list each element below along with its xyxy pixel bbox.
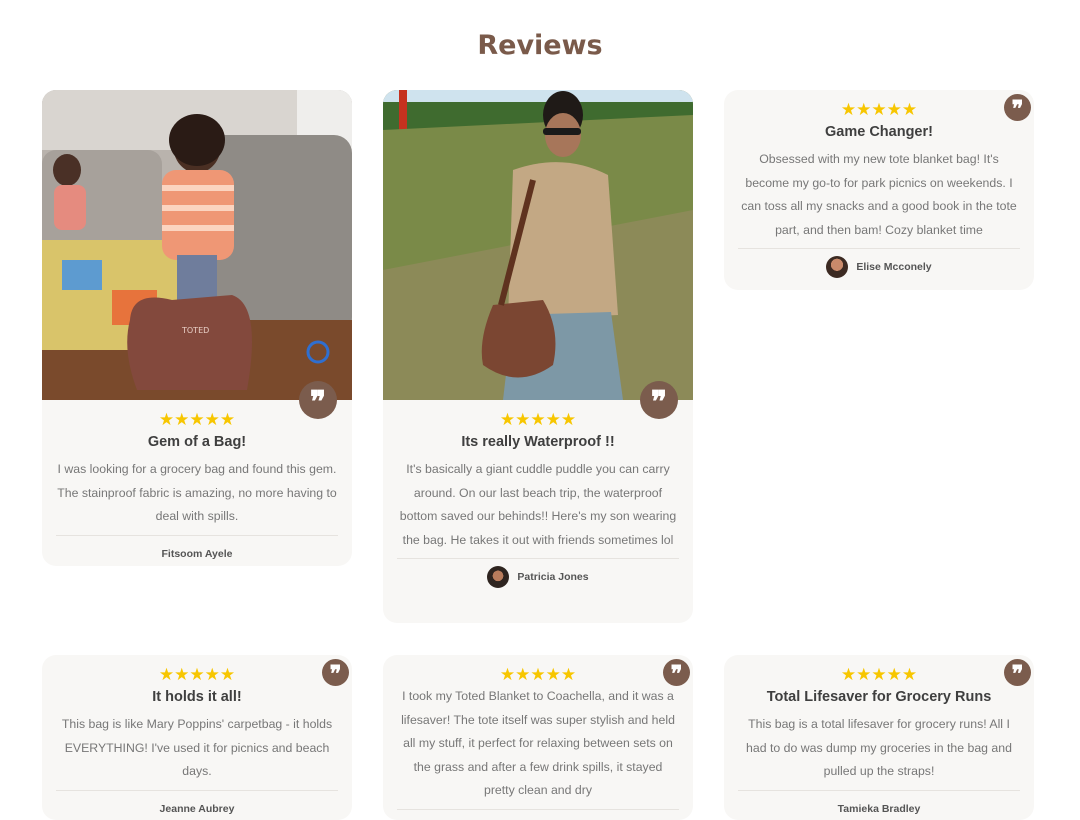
review-author: Elise Mcconely [724,253,1034,281]
author-name: Jeanne Aubrey [159,802,235,815]
divider [56,534,338,536]
avatar [487,566,510,588]
rating-stars: ★★★★★ [158,665,236,684]
rating-stars: ★★★★★ [499,665,577,684]
author-name: Elise Mcconely [856,261,932,273]
review-card: ❞ ★★★★★ Its really Waterproof !! It's ba… [383,90,693,623]
review-photo: TOTED [42,90,352,400]
review-text: Obsessed with my new tote blanket bag! I… [741,152,1017,237]
divider [738,789,1020,791]
rating-stars: ★★★★★ [158,410,236,429]
review-title: Gem of a Bag! [147,434,247,450]
review-card: ❞ ★★★★★ Game Changer! Obsessed with my n… [724,90,1034,290]
review-title: Its really Waterproof !! [461,434,615,450]
review-author [383,814,693,820]
svg-text:TOTED: TOTED [181,326,209,335]
page-title: Reviews [477,30,603,61]
review-title: Game Changer! [825,124,933,140]
review-card: ❞ ★★★★★ I took my Toted Blanket to Coach… [383,655,693,820]
review-title: Total Lifesaver for Grocery Runs [766,689,992,705]
divider [56,789,338,791]
review-author: Fitsoom Ayele [42,540,352,567]
review-photo [383,90,693,400]
divider [397,558,679,559]
avatar [826,256,849,278]
review-author: Patricia Jones [383,563,693,591]
review-card: ❞ ★★★★★ It holds it all! This bag is lik… [42,655,352,820]
rating-stars: ★★★★★ [840,665,918,684]
divider [738,248,1020,249]
rating-stars: ★★★★★ [499,410,577,429]
author-name: Tamieka Bradley [837,802,921,815]
review-text: It's basically a giant cuddle puddle you… [399,462,677,547]
author-name: Patricia Jones [517,571,589,583]
review-author: Tamieka Bradley [724,795,1034,820]
review-text: I took my Toted Blanket to Coachella, an… [401,689,675,797]
review-author: Jeanne Aubrey [42,795,352,820]
review-text: This bag is a total lifesaver for grocer… [746,717,1012,778]
review-title: It holds it all! [152,689,242,705]
divider [397,808,679,810]
rating-stars: ★★★★★ [840,100,918,119]
review-text: I was looking for a grocery bag and foun… [57,462,337,523]
review-text: This bag is like Mary Poppins' carpetbag… [61,717,333,778]
author-name: Fitsoom Ayele [161,547,233,560]
review-card: ❞ ★★★★★ Total Lifesaver for Grocery Runs… [724,655,1034,820]
review-card: TOTED ❞ ★★★★★ Gem of a Bag! I was lookin… [42,90,352,566]
